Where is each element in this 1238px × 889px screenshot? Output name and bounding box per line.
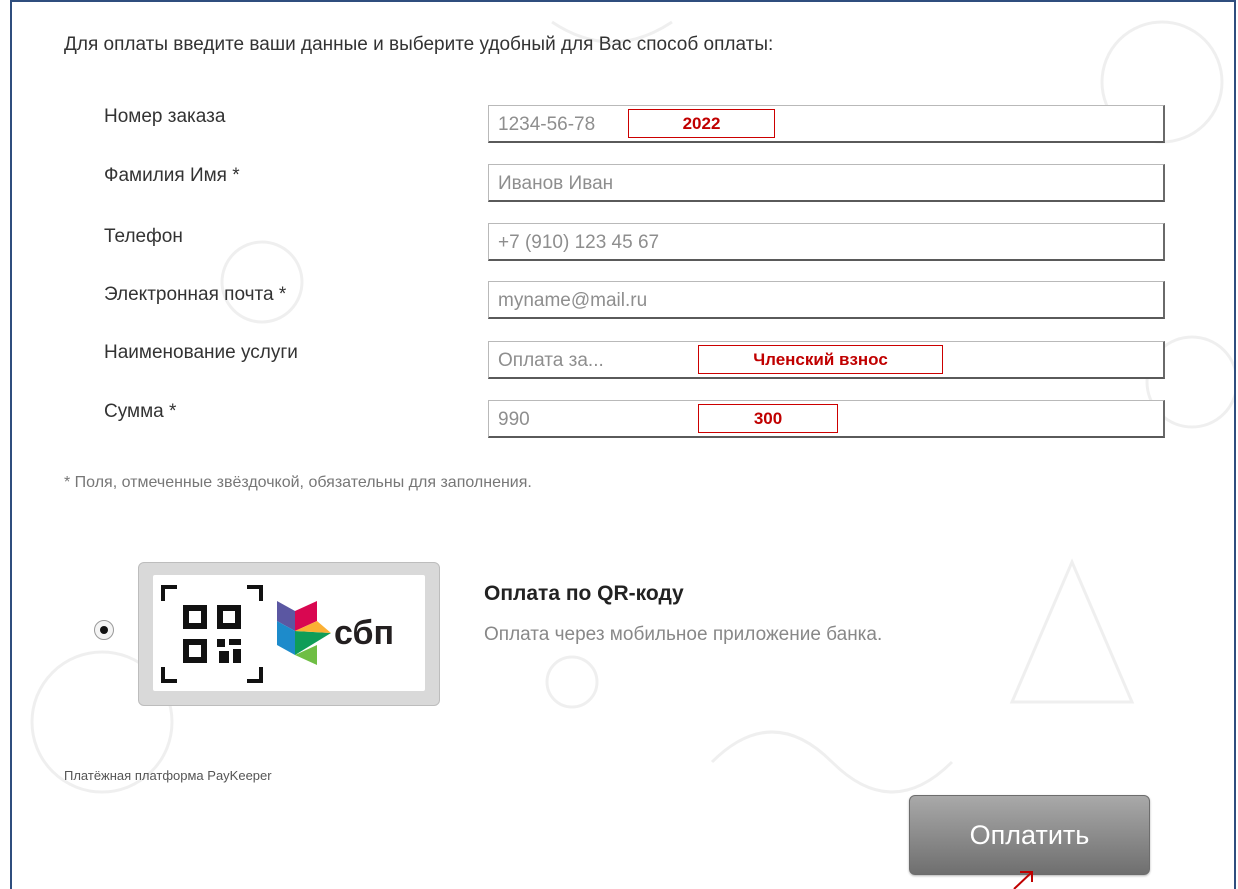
email-placeholder: myname@mail.ru: [498, 290, 648, 311]
email-input[interactable]: myname@mail.ru: [488, 281, 1165, 319]
service-name-input[interactable]: Оплата за... Членский взнос: [488, 341, 1165, 379]
full-name-label: Фамилия Имя *: [104, 165, 240, 186]
full-name-input[interactable]: Иванов Иван: [488, 164, 1165, 202]
qr-code-icon: [161, 585, 263, 683]
order-number-input[interactable]: 1234-56-78 2022: [488, 105, 1165, 143]
email-label: Электронная почта *: [104, 284, 287, 305]
order-number-annotation: 2022: [628, 109, 775, 138]
required-fields-note: * Поля, отмеченные звёздочкой, обязатель…: [64, 474, 532, 491]
radio-selected-dot: [100, 626, 108, 634]
amount-annotation: 300: [698, 404, 838, 433]
service-name-annotation: Членский взнос: [698, 345, 943, 374]
full-name-placeholder: Иванов Иван: [498, 173, 614, 194]
service-name-placeholder: Оплата за...: [498, 350, 604, 371]
service-name-label: Наименование услуги: [104, 342, 298, 363]
phone-placeholder: +7 (910) 123 45 67: [498, 232, 660, 253]
order-number-label: Номер заказа: [104, 106, 226, 127]
amount-input[interactable]: 990 300: [488, 400, 1165, 438]
sbp-payment-card[interactable]: сбп: [138, 562, 440, 706]
pointer-arrow-icon: [1013, 871, 1033, 889]
amount-placeholder: 990: [498, 409, 530, 430]
sbp-logo-text: сбп: [334, 614, 394, 652]
amount-label: Сумма *: [104, 401, 177, 422]
pay-button[interactable]: Оплатить: [909, 795, 1150, 875]
intro-text: Для оплаты введите ваши данные и выберит…: [64, 34, 774, 55]
sbp-payment-radio[interactable]: [94, 620, 114, 640]
payment-method-description: Оплата через мобильное приложение банка.: [484, 624, 883, 645]
sbp-logo-panel: сбп: [153, 575, 425, 691]
payment-method-title: Оплата по QR-коду: [484, 582, 684, 605]
order-number-placeholder: 1234-56-78: [498, 114, 596, 135]
phone-input[interactable]: +7 (910) 123 45 67: [488, 223, 1165, 261]
payment-form-frame: Для оплаты введите ваши данные и выберит…: [10, 0, 1236, 889]
platform-caption: Платёжная платформа PayKeeper: [64, 768, 272, 783]
sbp-logo-icon: [277, 601, 331, 665]
phone-label: Телефон: [104, 226, 183, 247]
